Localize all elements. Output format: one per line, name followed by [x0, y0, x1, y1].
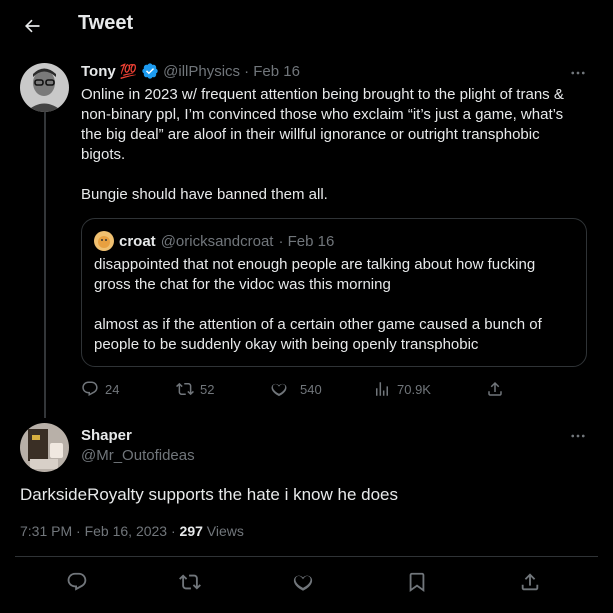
more-icon	[571, 71, 585, 75]
reply-icon	[82, 381, 98, 397]
quote-author-row: croat @oricksandcroat · Feb 16	[94, 231, 334, 251]
tweet-text-line: bigots.	[81, 146, 126, 163]
quote-text-line: gross the chat for the vidoc was this mo…	[94, 276, 391, 293]
bookmark-icon	[409, 572, 425, 593]
avatar-image-tony	[20, 63, 69, 112]
retweet-button[interactable]: 52	[176, 380, 214, 398]
tweet-text-line: non-binary ppl, I’m convinced those who …	[81, 106, 564, 123]
quote-text-line: disappointed that not enough people are …	[94, 256, 536, 273]
avatar-image-shaper	[20, 423, 69, 472]
like-icon	[293, 575, 313, 591]
reply-icon	[67, 572, 87, 591]
tweet-text-line: the big deal” are aloof in their willful…	[81, 126, 540, 143]
quote-body: disappointed that not enough people are …	[94, 255, 578, 355]
quoted-tweet-card[interactable]: croat @oricksandcroat · Feb 16 disappoin…	[81, 218, 587, 367]
reply-button[interactable]: 24	[81, 380, 119, 398]
tweet-body: Online in 2023 w/ frequent attention bei…	[81, 85, 601, 205]
back-button[interactable]	[14, 8, 50, 44]
tweet-author-row: Tony 💯 @illPhysics · Feb 16	[81, 62, 300, 80]
header-bar: Tweet	[0, 0, 613, 50]
like-action-button[interactable]	[292, 571, 314, 593]
share-icon	[488, 381, 502, 396]
page-title: Tweet	[78, 12, 134, 34]
thread-connector-line	[44, 112, 46, 418]
back-arrow-icon	[25, 19, 40, 33]
share-icon	[521, 573, 539, 591]
avatar[interactable]	[20, 63, 69, 112]
share-action-button[interactable]	[519, 571, 541, 593]
reply-author-row: Shaper @Mr_Outofideas	[81, 427, 195, 464]
retweet-icon	[176, 382, 194, 396]
more-button[interactable]	[563, 63, 593, 83]
divider	[15, 556, 598, 557]
tweet-text-line: Online in 2023 w/ frequent attention bei…	[81, 86, 564, 103]
tweet-meta-row: 7:31 PM · Feb 16, 2023 · 297 Views	[20, 523, 244, 539]
quote-author-name: croat	[119, 232, 156, 250]
hundred-emoji: 💯	[119, 62, 138, 79]
views-total: 297	[179, 523, 203, 539]
like-button[interactable]: 540	[270, 380, 322, 398]
more-icon	[571, 434, 585, 438]
views-count: 70.9K	[397, 381, 431, 397]
avatar[interactable]	[20, 423, 69, 472]
quote-text-line: people to be suddenly okay with being op…	[94, 336, 479, 353]
reply-author-name[interactable]: Shaper	[81, 427, 195, 444]
quote-author-handle: @oricksandcroat	[160, 232, 274, 250]
reply-text: DarksideRoyalty supports the hate i know…	[20, 485, 398, 504]
retweet-action-button[interactable]	[179, 571, 201, 593]
author-handle[interactable]: @illPhysics	[163, 63, 240, 80]
reply-count: 24	[105, 381, 120, 397]
quote-date: · Feb 16	[278, 232, 335, 250]
retweet-icon	[179, 574, 201, 590]
quote-avatar	[94, 231, 114, 251]
tweet-date[interactable]: · Feb 16	[244, 63, 300, 80]
bookmark-action-button[interactable]	[406, 571, 428, 593]
like-count: 540	[300, 381, 322, 397]
retweet-count: 52	[200, 381, 215, 397]
views-label: Views	[206, 523, 244, 539]
verified-badge-icon	[142, 63, 158, 79]
author-name[interactable]: Tony	[81, 63, 116, 80]
reply-author-handle[interactable]: @Mr_Outofideas	[81, 447, 195, 464]
reply-action-button[interactable]	[66, 571, 88, 593]
views-icon	[376, 382, 388, 396]
quote-text-line: almost as if the attention of a certain …	[94, 316, 542, 333]
more-button[interactable]	[563, 426, 593, 446]
tweet-text-line: Bungie should have banned them all.	[81, 186, 328, 203]
tweet-timestamp[interactable]: 7:31 PM · Feb 16, 2023 ·	[20, 523, 176, 539]
like-icon	[271, 383, 287, 397]
views-button[interactable]: 70.9K	[373, 380, 431, 398]
share-button[interactable]	[486, 380, 504, 398]
